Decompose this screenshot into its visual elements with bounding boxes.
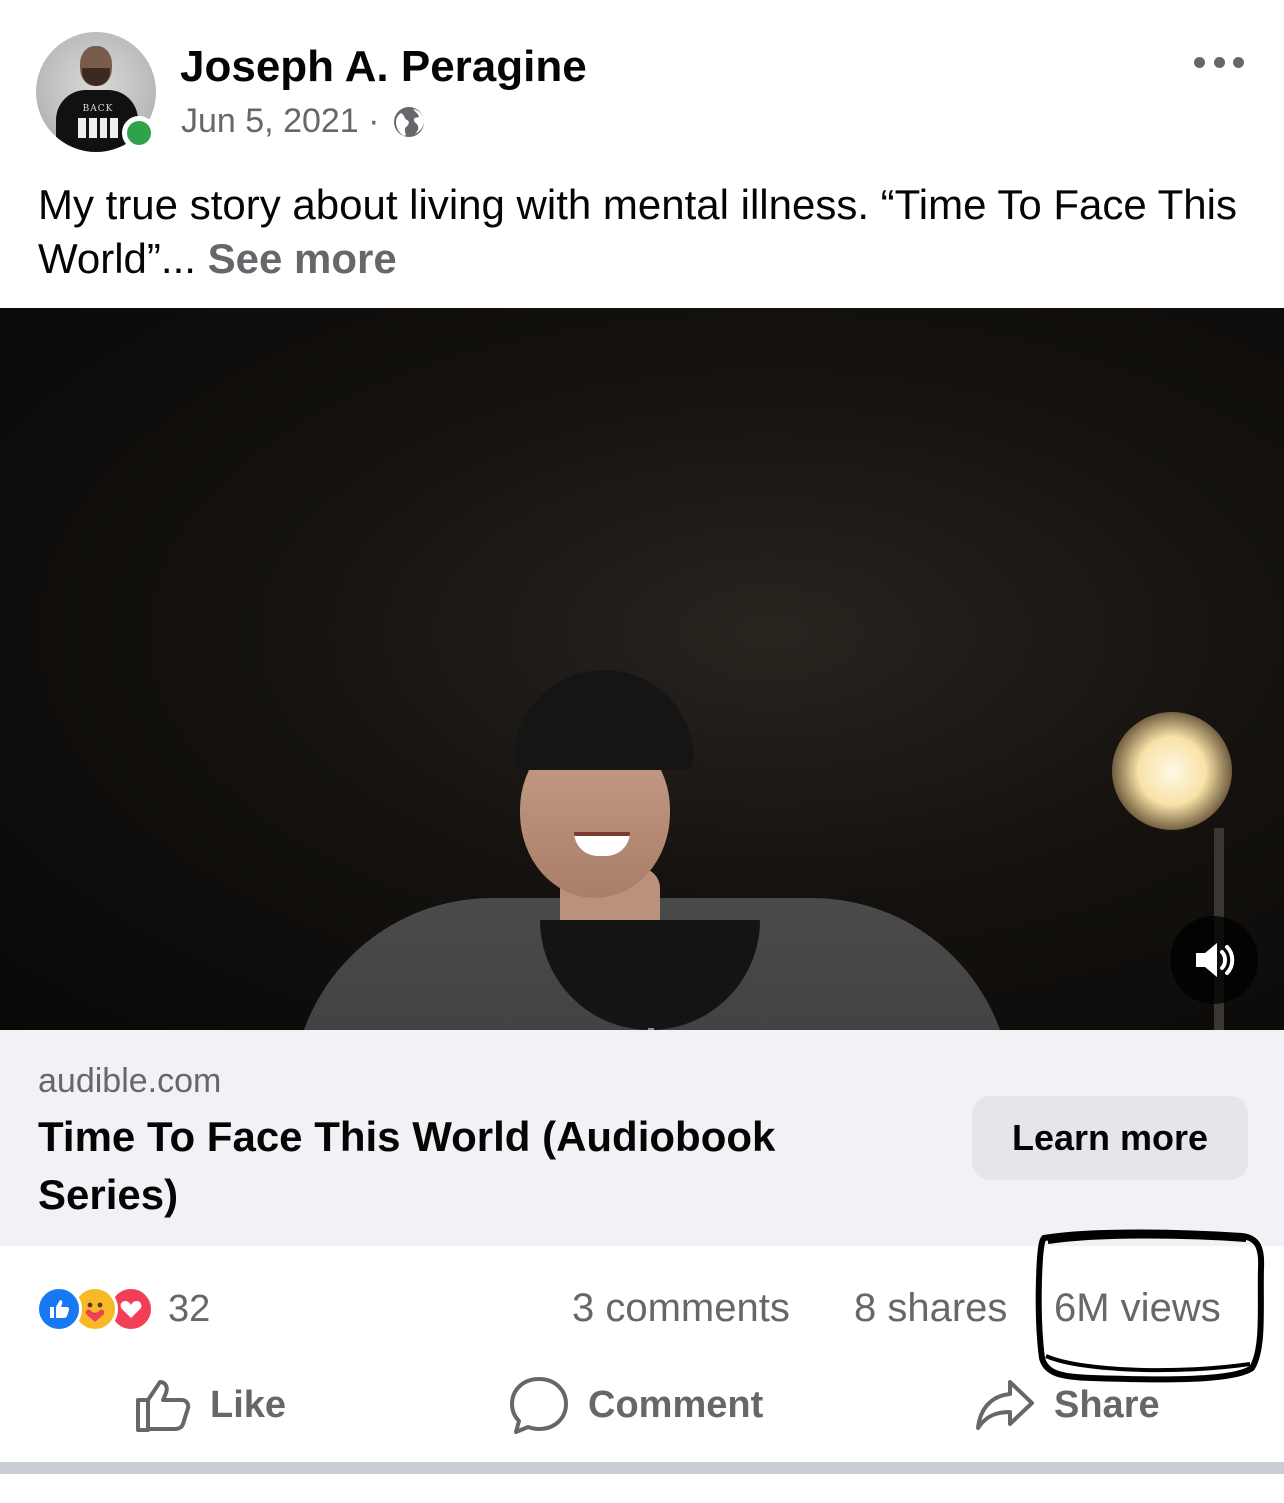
- shares-count[interactable]: 8 shares: [854, 1286, 1007, 1331]
- feed-divider: [0, 1462, 1284, 1474]
- see-more-link[interactable]: See more: [208, 235, 397, 282]
- post-text: My true story about living with mental i…: [38, 178, 1238, 286]
- thumbs-up-icon: [136, 1380, 191, 1432]
- author-name[interactable]: Joseph A. Peragine: [180, 42, 587, 92]
- online-status-dot: [122, 116, 156, 150]
- reactions-summary[interactable]: 32: [36, 1286, 210, 1332]
- video-person-cap: [514, 670, 694, 770]
- reaction-count: 32: [168, 1287, 211, 1330]
- avatar-shirt-logo: [78, 118, 118, 138]
- like-reaction-icon: [36, 1286, 82, 1332]
- comment-button[interactable]: Comment: [508, 1370, 763, 1440]
- link-domain: audible.com: [38, 1062, 222, 1100]
- speaker-icon: [1196, 943, 1235, 977]
- learn-more-button[interactable]: Learn more: [972, 1096, 1248, 1180]
- share-label: Share: [1054, 1383, 1160, 1426]
- more-options-icon[interactable]: [1194, 52, 1244, 72]
- comment-bubble-icon: [510, 1377, 568, 1434]
- post-header: BACK Joseph A. Peragine Jun 5, 2021 ·: [0, 0, 1284, 170]
- avatar-shirt-text: BACK: [82, 104, 114, 114]
- post-date[interactable]: Jun 5, 2021 ·: [181, 102, 379, 141]
- post-meta: Jun 5, 2021 ·: [181, 102, 427, 141]
- comment-label: Comment: [588, 1383, 764, 1426]
- globe-icon: [394, 106, 425, 137]
- hand-drawn-circle-annotation: [1035, 1229, 1265, 1383]
- sound-toggle-button[interactable]: [1170, 916, 1258, 1004]
- link-title[interactable]: Time To Face This World (Audiobook Serie…: [38, 1108, 858, 1224]
- like-label: Like: [210, 1383, 287, 1426]
- video-lamp-light: [1112, 712, 1232, 830]
- like-button[interactable]: Like: [134, 1370, 286, 1440]
- video-player[interactable]: [0, 308, 1284, 1030]
- share-arrow-icon: [976, 1380, 1034, 1430]
- share-button[interactable]: Share: [974, 1370, 1160, 1440]
- comments-count[interactable]: 3 comments: [572, 1286, 790, 1331]
